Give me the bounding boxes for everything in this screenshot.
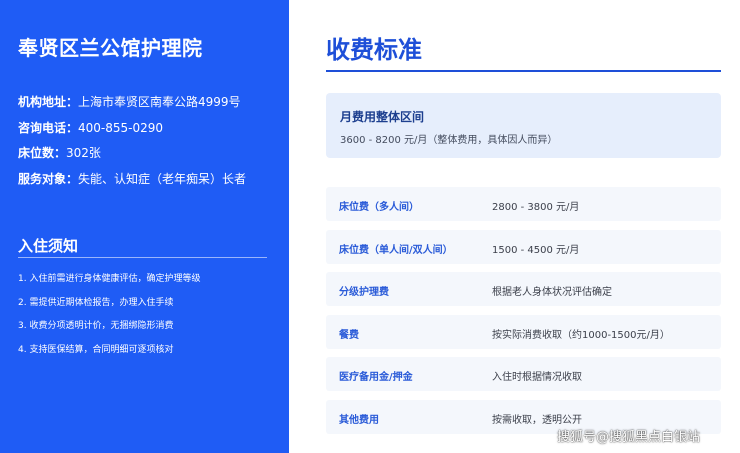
notice-title: 入住须知: [18, 237, 79, 255]
info-service-label: 服务对象：: [18, 171, 79, 186]
fee-name: 餐费: [339, 329, 359, 341]
info-service-value: 失能、认知症（老年痴呆）长者: [78, 171, 247, 186]
info-service: 服务对象：失能、认知症（老年痴呆）长者: [18, 171, 280, 197]
info-phone-value: 400-855-0290: [78, 120, 164, 135]
info-phone-label: 咨询电话：: [18, 120, 79, 135]
price-range-label: 月费用整体区间: [340, 110, 425, 124]
fee-row: 餐费 按实际消费收取（约1000-1500元/月）: [326, 314, 721, 349]
fee-value: 根据老人身体状况评估确定: [492, 287, 612, 298]
fee-table: 床位费（多人间） 2800 - 3800 元/月 床位费（单人间/双人间） 15…: [326, 187, 721, 442]
fee-row: 床位费（单人间/双人间） 1500 - 4500 元/月: [326, 229, 721, 264]
sidebar: 奉贤区兰公馆护理院 机构地址：上海市奉贤区南奉公路4999号 咨询电话：400-…: [0, 0, 289, 453]
info-beds-label: 床位数：: [18, 146, 67, 160]
fee-value: 按实际消费收取（约1000-1500元/月）: [492, 329, 670, 341]
info-address: 机构地址：上海市奉贤区南奉公路4999号: [18, 94, 280, 120]
fee-name: 床位费（多人间）: [339, 202, 419, 213]
fee-name: 医疗备用金/押金: [339, 372, 413, 383]
title-underline: [326, 70, 721, 72]
info-beds: 床位数：302张: [18, 145, 280, 171]
watermark: 搜狐号@搜狐黑点白银站: [557, 430, 701, 445]
notice-item: 1. 入住前需进行身体健康评估，确定护理等级: [18, 274, 201, 284]
fee-row: 分级护理费 根据老人身体状况评估确定: [326, 272, 721, 306]
notice-list: 1. 入住前需进行身体健康评估，确定护理等级 2. 需提供近期体检报告，办理入住…: [18, 273, 280, 367]
fee-value: 入住时根据情况收取: [492, 372, 582, 383]
info-address-label: 机构地址：: [18, 95, 79, 109]
org-info: 机构地址：上海市奉贤区南奉公路4999号 咨询电话：400-855-0290 床…: [18, 94, 280, 196]
notice-item: 3. 收费分项透明计价，无捆绑隐形消费: [18, 321, 174, 331]
fee-name: 分级护理费: [339, 287, 389, 298]
notice-item: 4. 支持医保结算，合同明细可逐项核对: [18, 344, 174, 355]
fee-value: 2800 - 3800 元/月: [492, 202, 580, 213]
info-phone: 咨询电话：400-855-0290: [18, 120, 280, 146]
fee-row: 床位费（多人间） 2800 - 3800 元/月: [326, 187, 721, 221]
info-address-value: 上海市奉贤区南奉公路4999号: [78, 95, 241, 109]
fee-value: 1500 - 4500 元/月: [492, 244, 580, 256]
price-range-value: 3600 - 8200 元/月（整体费用，具体因人而异）: [340, 135, 558, 146]
fee-name: 床位费（单人间/双人间）: [339, 244, 453, 256]
org-name: 奉贤区兰公馆护理院: [18, 36, 203, 60]
notice-item: 2. 需提供近期体检报告，办理入住手续: [18, 297, 174, 308]
info-beds-value: 302张: [66, 146, 101, 160]
fee-value: 按需收取，透明公开: [492, 414, 582, 426]
notice-divider: [18, 257, 267, 258]
fee-row: 医疗备用金/押金 入住时根据情况收取: [326, 357, 721, 391]
fee-name: 其他费用: [339, 414, 379, 426]
page-title: 收费标准: [326, 36, 422, 64]
price-range-card: 月费用整体区间 3600 - 8200 元/月（整体费用，具体因人而异）: [326, 93, 721, 158]
